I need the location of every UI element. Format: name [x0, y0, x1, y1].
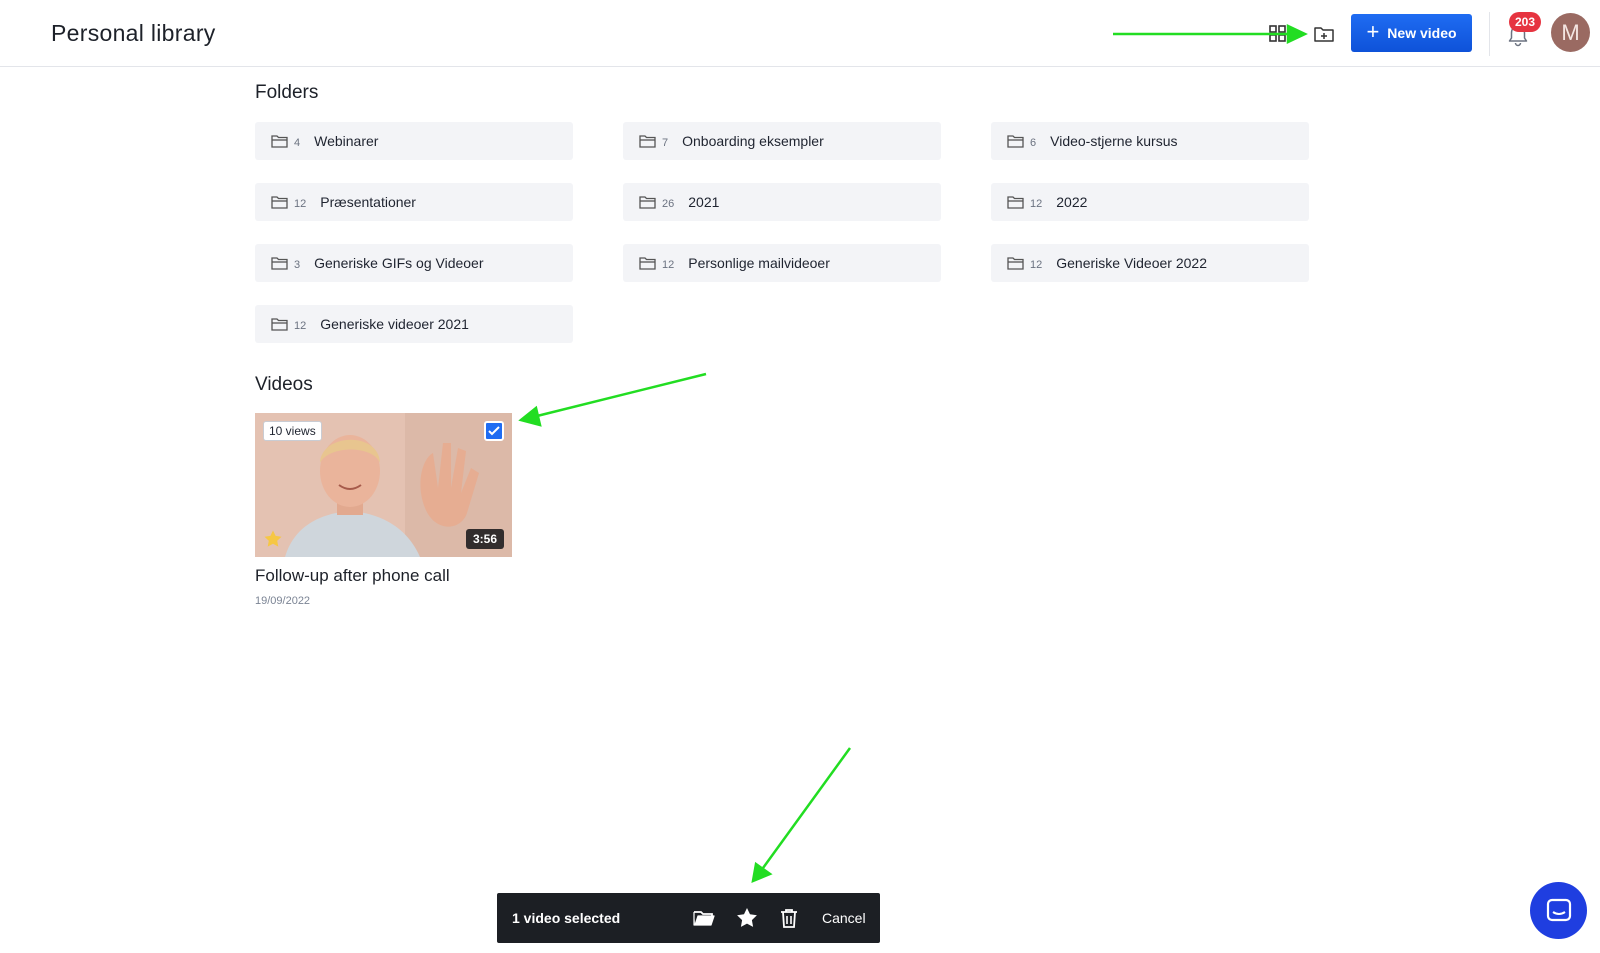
folder-icon	[1007, 135, 1024, 148]
folder-name: Video-stjerne kursus	[1050, 133, 1178, 149]
folder-icon	[1007, 257, 1024, 270]
page-title: Personal library	[51, 20, 216, 46]
folder-name: Generiske GIFs og Videoer	[314, 255, 484, 271]
annotation-arrowhead	[751, 861, 773, 884]
folder-card[interactable]: 12 Præsentationer	[255, 183, 573, 221]
folder-count: 4	[294, 136, 301, 149]
folder-icon	[639, 196, 656, 209]
folder-name: Generiske videoer 2021	[320, 316, 469, 332]
selection-count-label: 1 video selected	[512, 910, 621, 926]
folder-icon	[639, 257, 656, 270]
folder-name: Webinarer	[314, 133, 379, 149]
support-chat-button[interactable]	[1530, 882, 1587, 939]
folder-count: 12	[1030, 197, 1043, 210]
folder-count: 12	[1030, 258, 1043, 271]
plus-icon: +	[1366, 19, 1380, 44]
folder-card[interactable]: 7 Onboarding eksempler	[623, 122, 941, 160]
folder-card[interactable]: 12 Generiske videoer 2021	[255, 305, 573, 343]
folder-name: Onboarding eksempler	[682, 133, 824, 149]
folder-icon	[271, 318, 288, 331]
folder-count: 12	[662, 258, 675, 271]
folder-count: 3	[294, 258, 301, 271]
folder-icon	[271, 196, 288, 209]
folder-card[interactable]: 12 Generiske Videoer 2022	[991, 244, 1309, 282]
folder-name: Generiske Videoer 2022	[1056, 255, 1207, 271]
folder-card[interactable]: 4 Webinarer	[255, 122, 573, 160]
folder-icon	[271, 135, 288, 148]
check-icon	[488, 426, 500, 436]
folder-name: Personlige mailvideoer	[688, 255, 830, 271]
folder-name: 2022	[1056, 194, 1088, 210]
header-divider	[1489, 12, 1490, 56]
cancel-selection-button[interactable]: Cancel	[822, 910, 866, 926]
folder-grid: 4 Webinarer 7 Onboarding eksempler 6 Vid…	[255, 122, 1311, 343]
folder-name: Præsentationer	[320, 194, 416, 210]
duration-badge: 3:56	[465, 529, 504, 549]
views-badge: 10 views	[263, 421, 322, 441]
folders-heading: Folders	[255, 82, 319, 103]
top-header: Personal library + New video 203 M	[0, 0, 1600, 67]
folder-name: 2021	[688, 194, 720, 210]
folder-card[interactable]: 26 2021	[623, 183, 941, 221]
folder-card[interactable]: 3 Generiske GIFs og Videoer	[255, 244, 573, 282]
folder-count: 12	[294, 319, 307, 332]
folder-icon	[271, 257, 288, 270]
avatar[interactable]: M	[1551, 13, 1590, 52]
folder-icon	[1007, 196, 1024, 209]
videos-heading: Videos	[255, 374, 313, 395]
new-video-label: New video	[1387, 25, 1457, 41]
annotation-arrow	[536, 372, 707, 418]
annotation-arrowhead	[518, 405, 542, 427]
chat-icon	[1546, 898, 1571, 921]
folder-count: 7	[662, 136, 669, 149]
favorite-star-icon[interactable]	[263, 529, 283, 549]
notification-badge: 203	[1509, 12, 1541, 32]
select-checkbox[interactable]	[484, 421, 504, 441]
folder-icon	[639, 135, 656, 148]
folder-card[interactable]: 12 2022	[991, 183, 1309, 221]
video-thumbnail[interactable]: 10 views 3:56	[255, 413, 512, 557]
folder-card[interactable]: 6 Video-stjerne kursus	[991, 122, 1309, 160]
folder-count: 26	[662, 197, 675, 210]
folder-card[interactable]: 12 Personlige mailvideoer	[623, 244, 941, 282]
folder-count: 6	[1030, 136, 1037, 149]
grid-view-icon[interactable]	[1268, 24, 1288, 44]
video-date: 19/09/2022	[255, 595, 311, 607]
new-video-button[interactable]: + New video	[1351, 14, 1472, 52]
selection-action-bar: 1 video selected Cancel	[497, 893, 880, 943]
folder-open-icon[interactable]	[692, 906, 716, 930]
annotation-arrow	[761, 747, 852, 869]
new-folder-icon[interactable]	[1312, 22, 1336, 46]
trash-icon[interactable]	[777, 906, 801, 930]
folder-count: 12	[294, 197, 307, 210]
video-card[interactable]: 10 views 3:56 Follow-up after phone call…	[255, 413, 512, 607]
star-icon[interactable]	[735, 906, 759, 930]
video-title[interactable]: Follow-up after phone call	[255, 566, 512, 586]
